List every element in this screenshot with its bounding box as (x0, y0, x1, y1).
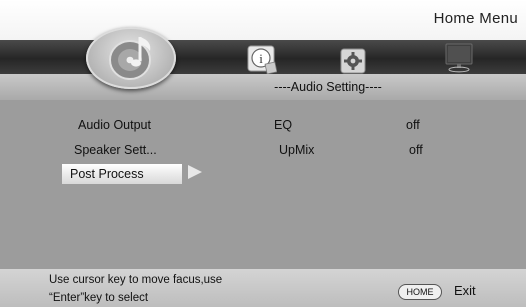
menu-item-audio-output[interactable]: Audio Output (78, 118, 151, 132)
speaker-setting-value[interactable]: off (409, 143, 423, 157)
submenu-arrow-icon (188, 165, 202, 179)
audio-output-option[interactable]: EQ (274, 118, 292, 132)
help-text-line1: Use cursor key to move facus,use (49, 274, 223, 286)
home-key-badge: HOME (398, 284, 442, 300)
help-text-line2: “Enter”key to select (49, 292, 149, 304)
section-title: ----Audio Setting---- (274, 80, 382, 94)
tab-info[interactable]: i (247, 44, 278, 75)
gear-icon (340, 48, 366, 74)
audio-output-value[interactable]: off (406, 118, 420, 132)
info-icon: i (247, 45, 278, 75)
section-title-wrap: ----Audio Setting---- (0, 74, 526, 100)
svg-text:i: i (259, 51, 263, 66)
disc-music-icon (86, 27, 176, 89)
tab-display[interactable] (444, 42, 474, 74)
menu-item-speaker-setting[interactable]: Speaker Sett... (74, 143, 157, 157)
page-title: Home Menu (433, 10, 518, 27)
top-header: Home Menu (0, 0, 526, 40)
speaker-setting-option[interactable]: UpMix (279, 143, 314, 157)
tab-settings[interactable] (340, 48, 366, 74)
tv-icon (445, 43, 473, 73)
exit-label: Exit (454, 283, 476, 298)
menu-item-post-process-label: Post Process (70, 167, 144, 181)
